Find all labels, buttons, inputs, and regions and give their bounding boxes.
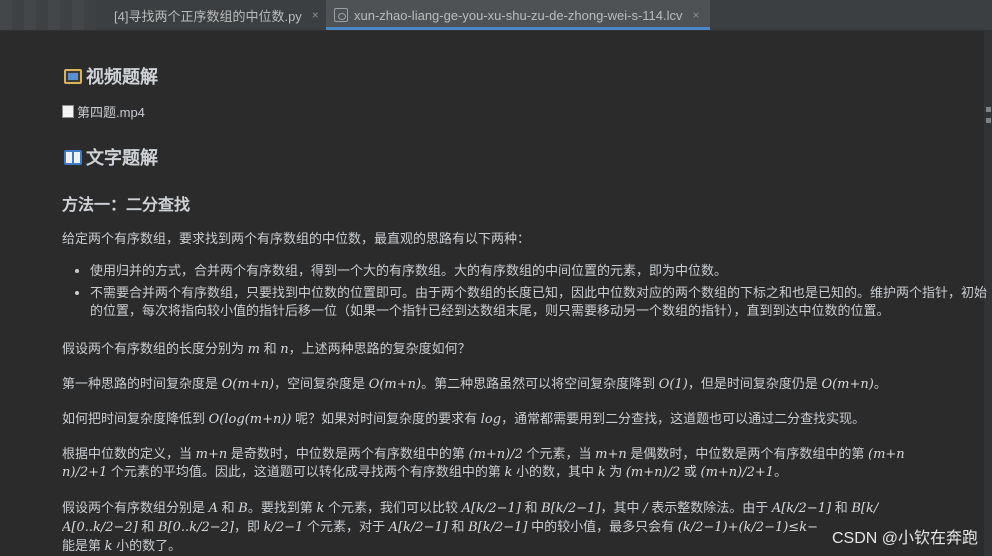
video-file-alt: 第四题.mp4 [77, 105, 145, 120]
list-item-continuation: 的位置，每次将指向较小值的指针后移一位（如果一个指针已经到达数组末尾，则只需要移… [90, 302, 987, 320]
paragraph-binary-search: 如何把时间复杂度降低到 O(log(m+n)) 呢？如果对时间复杂度的要求有 l… [62, 411, 866, 427]
paragraph-median-definition-cont: n)/2+1 个元素的平均值。因此，这道题可以转化成寻找两个有序数组中的第 k … [62, 464, 788, 480]
approach-list: 使用归并的方式，合并两个有序数组，得到一个大的有序数组。大的有序数组的中间位置的… [75, 262, 988, 320]
text-heading: 文字题解 [64, 144, 158, 170]
tab-label: xun-zhao-liang-ge-you-xu-shu-zu-de-zhong… [354, 7, 683, 23]
list-item-text: 使用归并的方式，合并两个有序数组，得到一个大的有序数组。大的有序数组的中间位置的… [90, 263, 728, 278]
intro-paragraph: 给定两个有序数组，要求找到两个有序数组的中位数，最直观的思路有以下两种： [62, 231, 531, 246]
list-item-text: 不需要合并两个有序数组，只要找到中位数的位置即可。由于两个数组的长度已知，因此中… [90, 285, 988, 300]
paragraph-compare-kth: 假设两个有序数组分别是 A 和 B。要找到第 k 个元素，我们可以比较 A[k/… [62, 500, 879, 516]
tab-lcv-file[interactable]: xun-zhao-liang-ge-you-xu-shu-zu-de-zhong… [326, 0, 710, 30]
paragraph-compare-kth-end: 能是第 k 小的数了。 [62, 538, 182, 554]
paragraph-complexity: 第一种思路的时间复杂度是 O(m+n)，空间复杂度是 O(m+n)。第二种思路虽… [62, 376, 887, 392]
tab-python-file[interactable]: [4]寻找两个正序数组的中位数.py × [100, 0, 326, 30]
video-heading-text: 视频题解 [86, 67, 158, 87]
close-icon[interactable]: × [312, 8, 319, 22]
tab-label: [4]寻找两个正序数组的中位数.py [114, 8, 302, 24]
paragraph-compare-kth-cont: A[0..k/2−2] 和 B[0..k/2−2]，即 k/2−1 个元素，对于… [62, 519, 818, 535]
video-heading: 视频题解 [64, 63, 158, 89]
list-item: 不需要合并两个有序数组，只要找到中位数的位置即可。由于两个数组的长度已知，因此中… [75, 284, 988, 302]
obscured-toolbar-area [0, 0, 96, 30]
broken-video-image[interactable]: 第四题.mp4 [62, 102, 145, 121]
paragraph-median-definition: 根据中位数的定义，当 m+n 是奇数时，中位数是两个有序数组中的第 (m+n)/… [62, 446, 905, 462]
csdn-watermark: CSDN @小钦在奔跑 [831, 530, 978, 547]
open-book-icon [64, 149, 82, 165]
list-item: 使用归并的方式，合并两个有序数组，得到一个大的有序数组。大的有序数组的中间位置的… [75, 262, 987, 280]
method-title: 方法一：二分查找 [62, 197, 191, 214]
bullet-dot [75, 269, 79, 273]
paragraph-lengths: 假设两个有序数组的长度分别为 m 和 n，上述两种思路的复杂度如何？ [62, 341, 471, 357]
editor-tab-bar: [4]寻找两个正序数组的中位数.py × xun-zhao-liang-ge-y… [0, 0, 992, 31]
close-icon[interactable]: × [693, 8, 700, 22]
text-heading-text: 文字题解 [86, 148, 158, 168]
lcv-file-icon [334, 8, 348, 22]
broken-image-icon [62, 105, 74, 118]
television-icon [64, 68, 82, 84]
list-item-text: 的位置，每次将指向较小值的指针后移一位（如果一个指针已经到达数组末尾，则只需要移… [90, 303, 890, 318]
document-preview: 视频题解 第四题.mp4 文字题解 方法一：二分查找 给定两个有序数组，要求找到… [62, 30, 992, 556]
bullet-dot [75, 291, 79, 295]
